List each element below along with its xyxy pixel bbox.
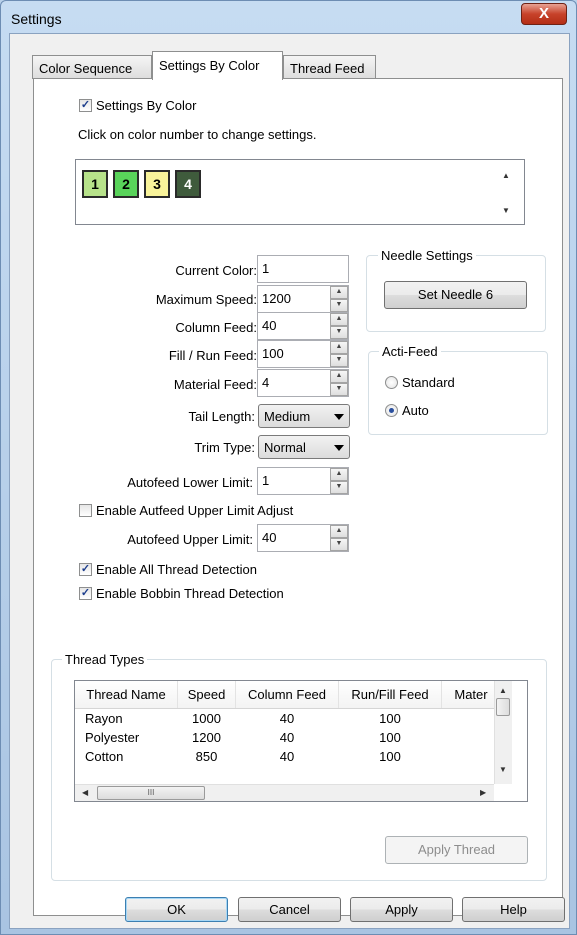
hscroll-thumb[interactable]: III	[97, 786, 205, 800]
scroll-up-icon[interactable]: ▲	[502, 171, 510, 180]
material-feed-spinner[interactable]: ▲ ▼	[330, 370, 348, 396]
scroll-down-icon[interactable]: ▼	[499, 765, 507, 774]
cell-thread-name: Cotton	[85, 749, 124, 764]
autofeed-upper-limit-spinner[interactable]: ▲ ▼	[330, 525, 348, 551]
col-material[interactable]: Mater	[441, 681, 495, 709]
cancel-button[interactable]: Cancel	[238, 897, 341, 922]
help-button[interactable]: Help	[462, 897, 565, 922]
set-needle-button[interactable]: Set Needle 6	[384, 281, 527, 309]
col-run-fill-feed[interactable]: Run/Fill Feed	[338, 681, 442, 709]
needle-settings-title: Needle Settings	[378, 248, 476, 263]
table-row[interactable]: Cotton 850 40 100	[75, 747, 495, 766]
cell-speed: 1000	[192, 711, 221, 726]
color-number-list: 1 2 3 4 ▲ ▼	[75, 159, 525, 225]
scroll-left-icon[interactable]: ◀	[82, 788, 88, 797]
radio-auto-label: Auto	[402, 403, 429, 418]
enable-autofeed-upper-label: Enable Autfeed Upper Limit Adjust	[96, 503, 294, 518]
cell-column-feed: 40	[279, 730, 295, 745]
cell-run-fill-feed: 100	[379, 730, 401, 745]
table-header-row: Thread Name Speed Column Feed Run/Fill F…	[75, 681, 495, 709]
settings-window: Settings X Color Sequence Settings By Co…	[0, 0, 577, 935]
radio-standard[interactable]	[385, 376, 398, 389]
tail-length-label: Tail Length:	[188, 409, 256, 424]
color-number-3[interactable]: 3	[144, 170, 170, 198]
col-thread-name[interactable]: Thread Name	[75, 681, 178, 709]
apply-thread-button[interactable]: Apply Thread	[385, 836, 528, 864]
table-row[interactable]: Polyester 1200 40 100	[75, 728, 495, 747]
fill-run-feed-label: Fill / Run Feed:	[168, 348, 257, 363]
cell-speed: 1200	[192, 730, 221, 745]
enable-autofeed-upper-checkbox[interactable]	[79, 504, 92, 517]
fill-run-feed-spinner[interactable]: ▲ ▼	[330, 341, 348, 367]
enable-all-thread-label: Enable All Thread Detection	[96, 562, 257, 577]
color-number-1[interactable]: 1	[82, 170, 108, 198]
acti-feed-title: Acti-Feed	[379, 344, 441, 359]
col-speed[interactable]: Speed	[177, 681, 236, 709]
apply-button[interactable]: Apply	[350, 897, 453, 922]
thread-grid: Thread Name Speed Column Feed Run/Fill F…	[75, 681, 495, 766]
vscroll-thumb[interactable]	[496, 698, 510, 716]
trim-type-value: Normal	[264, 440, 306, 455]
color-number-2[interactable]: 2	[113, 170, 139, 198]
autofeed-lower-limit-label: Autofeed Lower Limit:	[127, 475, 253, 490]
cell-material	[442, 728, 496, 747]
thread-table-hscrollbar[interactable]: ◀ III ▶	[75, 784, 494, 801]
cell-column-feed: 40	[279, 749, 295, 764]
thread-types-table: Thread Name Speed Column Feed Run/Fill F…	[74, 680, 528, 802]
enable-all-thread-checkbox[interactable]: ✓	[79, 563, 92, 576]
cell-run-fill-feed: 100	[379, 711, 401, 726]
window-title: Settings	[11, 11, 62, 27]
maximum-speed-label: Maximum Speed:	[155, 292, 257, 307]
scroll-right-icon[interactable]: ▶	[480, 788, 486, 797]
col-column-feed[interactable]: Column Feed	[235, 681, 339, 709]
acti-feed-group	[368, 351, 548, 435]
tab-settings-by-color[interactable]: Settings By Color	[152, 51, 283, 80]
column-feed-label: Column Feed:	[175, 320, 257, 335]
cell-column-feed: 40	[279, 711, 295, 726]
radio-standard-label: Standard	[402, 375, 455, 390]
column-feed-spinner[interactable]: ▲ ▼	[330, 313, 348, 339]
maximum-speed-spinner[interactable]: ▲ ▼	[330, 286, 348, 312]
current-color-field[interactable]: 1	[257, 255, 349, 283]
tab-page: ✓ Settings By Color Click on color numbe…	[33, 78, 563, 916]
chevron-down-icon	[334, 414, 344, 420]
cell-speed: 850	[195, 749, 218, 764]
thread-table-vscrollbar[interactable]: ▲ ▼	[494, 681, 512, 784]
cell-material	[442, 709, 496, 729]
tail-length-select[interactable]: Medium	[258, 404, 350, 428]
ok-button[interactable]: OK	[125, 897, 228, 922]
radio-auto[interactable]	[385, 404, 398, 417]
thread-types-title: Thread Types	[62, 652, 148, 667]
enable-bobbin-thread-checkbox[interactable]: ✓	[79, 587, 92, 600]
chevron-down-icon	[334, 445, 344, 451]
autofeed-upper-limit-label: Autofeed Upper Limit:	[127, 532, 253, 547]
cell-run-fill-feed: 100	[379, 749, 401, 764]
trim-type-label: Trim Type:	[194, 440, 255, 455]
table-row[interactable]: Rayon 1000 40 100	[75, 709, 495, 729]
trim-type-select[interactable]: Normal	[258, 435, 350, 459]
color-hint-text: Click on color number to change settings…	[78, 127, 317, 142]
close-button[interactable]: X	[521, 3, 567, 25]
dialog-client: Color Sequence Settings By Color Thread …	[9, 33, 570, 929]
scroll-up-icon[interactable]: ▲	[499, 686, 507, 695]
color-number-4[interactable]: 4	[175, 170, 201, 198]
thread-table-viewport: Thread Name Speed Column Feed Run/Fill F…	[75, 681, 495, 784]
cell-material	[442, 747, 496, 766]
enable-bobbin-thread-label: Enable Bobbin Thread Detection	[96, 586, 284, 601]
current-color-label: Current Color:	[175, 263, 257, 278]
material-feed-label: Material Feed:	[173, 377, 257, 392]
scroll-down-icon[interactable]: ▼	[502, 206, 510, 215]
tab-thread-feed[interactable]: Thread Feed	[283, 55, 376, 79]
close-icon: X	[538, 5, 549, 22]
settings-by-color-checkbox[interactable]: ✓	[79, 99, 92, 112]
tab-color-sequence[interactable]: Color Sequence	[32, 55, 152, 79]
cell-thread-name: Polyester	[85, 730, 140, 745]
settings-by-color-label: Settings By Color	[96, 98, 197, 113]
cell-thread-name: Rayon	[85, 711, 123, 726]
autofeed-lower-limit-spinner[interactable]: ▲ ▼	[330, 468, 348, 494]
tail-length-value: Medium	[264, 409, 311, 424]
